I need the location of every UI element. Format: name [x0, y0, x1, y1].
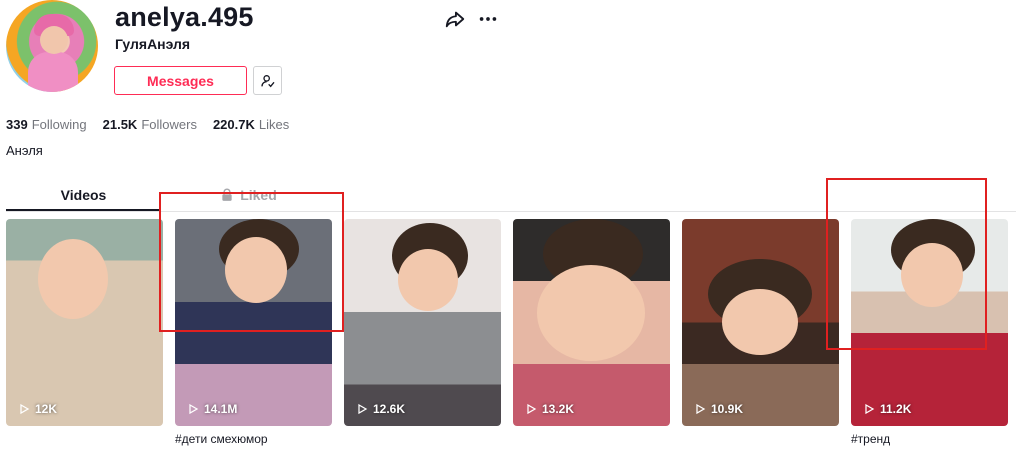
stat-label: Likes — [258, 117, 290, 132]
video-card[interactable]: 14.1M #дети смехюмор — [175, 219, 332, 447]
play-icon — [527, 403, 537, 415]
video-caption[interactable] — [6, 432, 163, 447]
video-grid: 12K 14.1M #дети смехюмор 12.6K 13.2K 10.… — [6, 219, 1008, 447]
view-count: 12K — [18, 402, 57, 416]
video-card[interactable]: 10.9K — [682, 219, 839, 447]
profile-bio: Анэля — [6, 143, 43, 158]
video-thumbnail[interactable]: 11.2K — [851, 219, 1008, 426]
stat-label: Followers — [141, 117, 197, 132]
tab-videos[interactable]: Videos — [6, 178, 161, 212]
stat-number: 339 — [6, 117, 28, 132]
messages-button[interactable]: Messages — [114, 66, 247, 95]
stat-followers[interactable]: 21.5K Followers — [103, 117, 197, 132]
video-thumbnail[interactable]: 10.9K — [682, 219, 839, 426]
avatar-body — [28, 52, 78, 92]
play-icon — [696, 403, 706, 415]
view-count-text: 11.2K — [880, 402, 912, 416]
view-count-text: 10.9K — [711, 402, 744, 416]
stat-following[interactable]: 339 Following — [6, 117, 87, 132]
following-status-button[interactable] — [253, 66, 282, 95]
profile-nickname: ГуляАнэля — [115, 36, 191, 52]
video-caption[interactable] — [344, 432, 501, 447]
video-card[interactable]: 12K — [6, 219, 163, 447]
tab-liked[interactable]: Liked — [171, 178, 326, 212]
video-caption[interactable]: #дети смехюмор — [175, 432, 332, 447]
profile-stats: 339 Following 21.5K Followers 220.7K Likes — [6, 117, 289, 132]
tab-label: Videos — [60, 187, 107, 203]
play-icon — [20, 403, 30, 415]
video-caption[interactable] — [682, 432, 839, 447]
stat-number: 21.5K — [102, 117, 138, 132]
video-thumbnail[interactable]: 12.6K — [344, 219, 501, 426]
play-icon — [358, 403, 368, 415]
video-thumbnail[interactable]: 14.1M — [175, 219, 332, 426]
share-icon[interactable] — [444, 8, 466, 30]
profile-username: anelya.495 — [115, 2, 254, 32]
view-count: 10.9K — [694, 402, 743, 416]
view-count: 13.2K — [525, 402, 574, 416]
profile-avatar[interactable] — [6, 0, 98, 92]
video-card[interactable]: 11.2K #тренд — [851, 219, 1008, 447]
play-icon — [189, 403, 199, 415]
video-card[interactable]: 12.6K — [344, 219, 501, 447]
video-thumbnail[interactable]: 13.2K — [513, 219, 670, 426]
video-caption[interactable]: #тренд — [851, 432, 1008, 447]
stat-likes: 220.7K Likes — [213, 117, 289, 132]
view-count-text: 12.6K — [373, 402, 406, 416]
video-card[interactable]: 13.2K — [513, 219, 670, 447]
lock-icon — [222, 188, 232, 201]
view-count-text: 14.1M — [204, 402, 238, 416]
user-check-icon — [260, 74, 275, 87]
profile-tabs: Videos Liked — [6, 178, 336, 212]
video-caption[interactable] — [513, 432, 670, 447]
view-count-text: 12K — [35, 402, 58, 416]
view-count-text: 13.2K — [542, 402, 575, 416]
tabs-divider — [6, 211, 1016, 212]
avatar-face — [40, 26, 68, 54]
tab-label: Liked — [240, 187, 277, 203]
view-count: 12.6K — [356, 402, 405, 416]
video-thumbnail[interactable]: 12K — [6, 219, 163, 426]
view-count: 14.1M — [187, 402, 237, 416]
stat-label: Following — [31, 117, 87, 132]
view-count: 11.2K — [863, 402, 911, 416]
play-icon — [865, 403, 875, 415]
more-options-icon[interactable] — [477, 8, 499, 30]
stat-number: 220.7K — [212, 117, 255, 132]
